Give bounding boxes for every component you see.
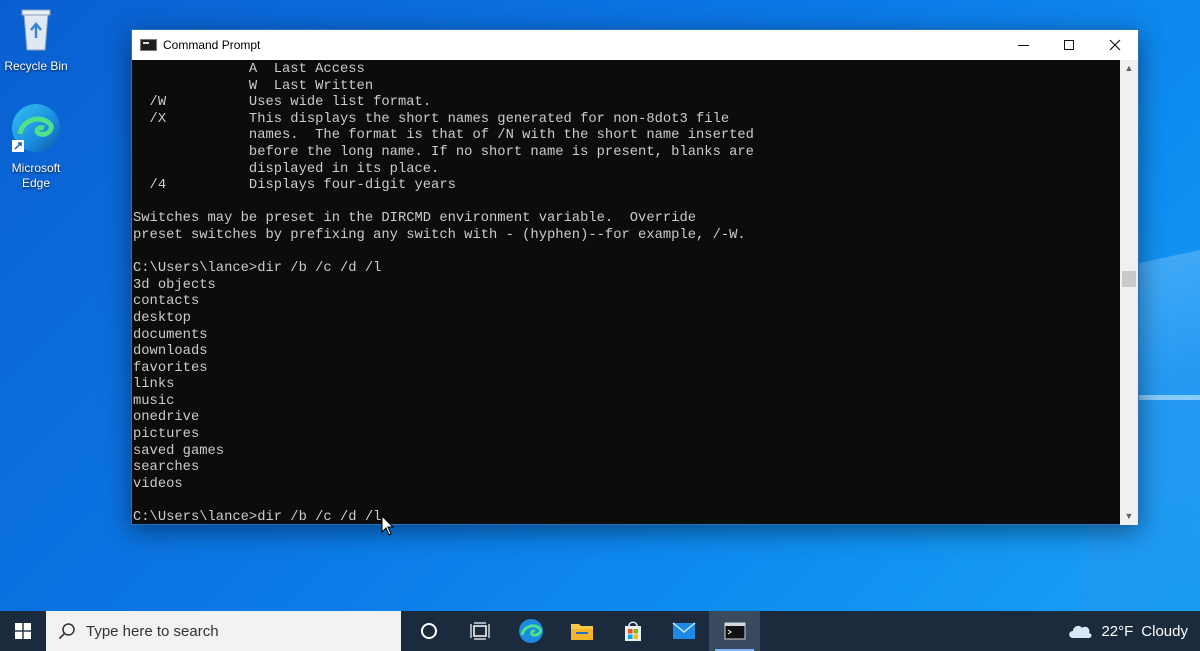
store-button[interactable] xyxy=(607,611,658,651)
scroll-down-arrow-icon[interactable]: ▼ xyxy=(1120,508,1138,525)
console-line: preset switches by prefixing any switch … xyxy=(133,227,746,243)
command-prompt-icon xyxy=(724,622,745,640)
scroll-thumb[interactable] xyxy=(1122,271,1136,287)
weather-temp: 22°F xyxy=(1101,622,1134,640)
file-explorer-button[interactable] xyxy=(556,611,607,651)
console-line: Switches may be preset in the DIRCMD env… xyxy=(133,211,697,227)
desktop-icon-recycle-bin[interactable]: Recycle Bin xyxy=(0,4,72,74)
command-prompt-window[interactable]: Command Prompt A Last Access W Last Writ… xyxy=(131,29,1139,525)
close-icon xyxy=(1109,39,1121,51)
cortana-button[interactable] xyxy=(403,611,454,651)
cloud-icon xyxy=(1069,625,1092,638)
console-line: /X This displays the short names generat… xyxy=(133,111,730,127)
vertical-scrollbar[interactable]: ▲ ▼ xyxy=(1120,60,1138,525)
search-icon xyxy=(58,623,75,640)
start-button[interactable] xyxy=(0,611,46,651)
console-line: 3d objects xyxy=(133,277,216,293)
close-button[interactable] xyxy=(1092,30,1138,60)
console-line: W Last Written xyxy=(133,78,374,94)
window-title: Command Prompt xyxy=(163,38,261,52)
mail-button[interactable] xyxy=(658,611,709,651)
windows-logo-icon xyxy=(15,623,31,639)
weather-condition: Cloudy xyxy=(1141,622,1188,640)
minimize-icon xyxy=(1017,44,1029,46)
console-line: displayed in its place. xyxy=(133,161,440,177)
recycle-bin-icon xyxy=(0,4,72,56)
weather-widget[interactable]: 22°F Cloudy xyxy=(1067,611,1188,651)
console-line: /W Uses wide list format. xyxy=(133,95,432,111)
console-line: pictures xyxy=(133,427,200,443)
console-line: contacts xyxy=(133,294,200,310)
edge-icon xyxy=(0,102,72,158)
console-line: names. The format is that of /N with the… xyxy=(133,128,754,144)
command-prompt-icon xyxy=(140,39,157,51)
console-line: downloads xyxy=(133,344,208,360)
console-line: favorites xyxy=(133,360,208,376)
title-bar[interactable]: Command Prompt xyxy=(132,30,1138,60)
desktop-icon-edge[interactable]: Microsoft Edge xyxy=(0,102,72,191)
task-view-button[interactable] xyxy=(454,611,505,651)
console-line: before the long name. If no short name i… xyxy=(133,144,754,160)
console-line: onedrive xyxy=(133,410,200,426)
task-view-icon xyxy=(469,622,490,640)
console-line: music xyxy=(133,393,175,409)
console-output[interactable]: A Last Access W Last Written /W Uses wid… xyxy=(132,60,1121,525)
cortana-icon xyxy=(420,623,437,639)
console-line: /4 Displays four-digit years xyxy=(133,178,456,194)
console-line: desktop xyxy=(133,310,191,326)
minimize-button[interactable] xyxy=(1000,30,1046,60)
maximize-button[interactable] xyxy=(1046,30,1092,60)
mail-icon xyxy=(672,622,695,639)
mouse-pointer-icon xyxy=(381,515,395,536)
console-line: C:\Users\lance>dir /b /c /d /l xyxy=(133,510,382,525)
maximize-icon xyxy=(1064,40,1074,50)
command-prompt-taskbar-button[interactable] xyxy=(709,611,760,651)
console-line: links xyxy=(133,377,175,393)
search-placeholder: Type here to search xyxy=(86,622,219,640)
edge-label: Microsoft Edge xyxy=(11,161,61,190)
console-line: C:\Users\lance>dir /b /c /d /l xyxy=(133,261,382,277)
console-line: documents xyxy=(133,327,208,343)
taskbar-edge-button[interactable] xyxy=(505,611,556,651)
file-explorer-icon xyxy=(570,624,593,640)
console-line: searches xyxy=(133,460,200,476)
console-line: A Last Access xyxy=(133,62,365,77)
recycle-bin-label: Recycle Bin xyxy=(4,59,68,73)
scroll-up-arrow-icon[interactable]: ▲ xyxy=(1120,60,1138,77)
taskbar-search-box[interactable]: Type here to search xyxy=(46,611,401,651)
store-icon xyxy=(624,621,641,641)
console-line: saved games xyxy=(133,443,225,459)
edge-icon xyxy=(518,619,543,643)
console-line: videos xyxy=(133,476,183,492)
taskbar: Type here to search 22°F Cloudy xyxy=(0,611,1200,651)
